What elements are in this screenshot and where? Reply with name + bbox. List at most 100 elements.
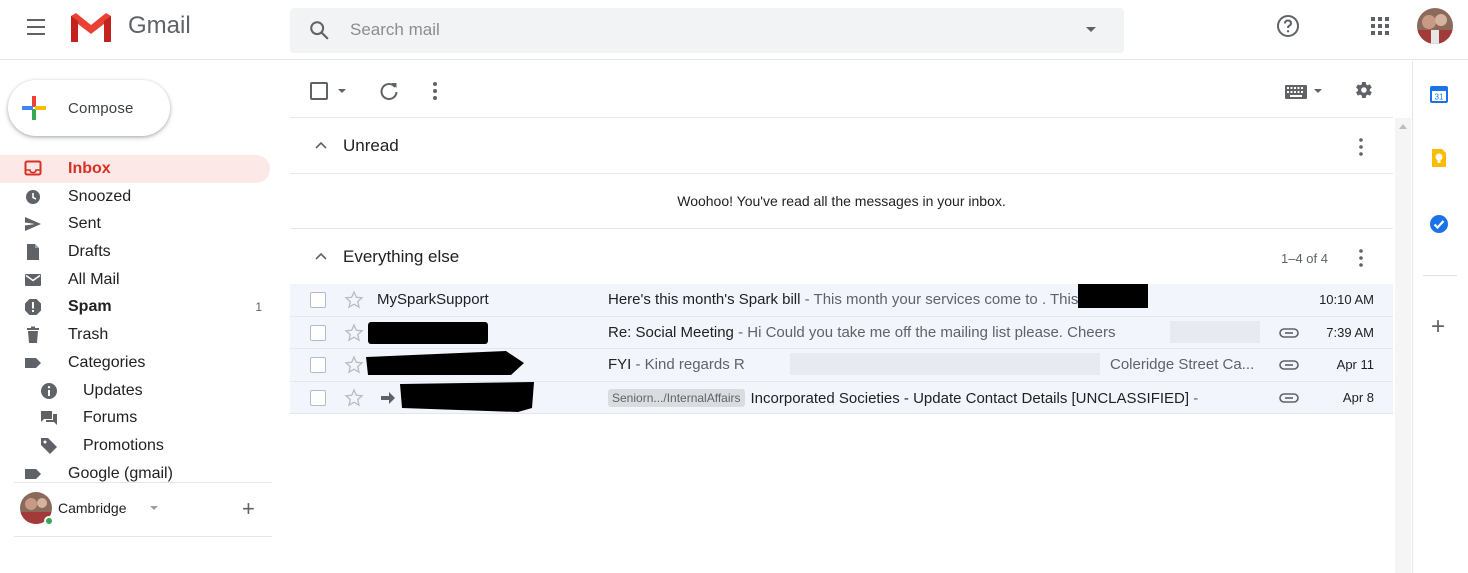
sidebar-item-label: Drafts — [68, 243, 111, 261]
sidebar-item-updates[interactable]: Updates — [0, 377, 270, 405]
keep-icon[interactable] — [1428, 147, 1450, 169]
sidebar-item-spam[interactable]: Spam 1 — [0, 293, 270, 321]
section-everything-else-header[interactable]: Everything else 1–4 of 4 — [290, 229, 1393, 285]
more-vertical-icon[interactable] — [1351, 247, 1371, 269]
section-unread-header[interactable]: Unread — [290, 118, 1393, 174]
settings-gear-icon[interactable] — [1352, 79, 1374, 101]
main-menu-icon[interactable] — [22, 14, 50, 42]
star-icon[interactable] — [344, 322, 364, 343]
email-time: Apr 11 — [1336, 357, 1374, 372]
attachment-icon[interactable] — [1278, 391, 1300, 405]
hangouts-user-name: Cambridge — [58, 500, 127, 516]
email-content: Seniorn.../InternalAffairs Incorporated S… — [608, 388, 1276, 407]
section-title: Everything else — [343, 247, 460, 266]
more-vertical-icon[interactable] — [1351, 136, 1371, 158]
row-checkbox[interactable] — [310, 324, 326, 341]
redaction-mark — [366, 351, 524, 375]
email-row[interactable]: MySparkSupport Here's this month's Spark… — [290, 284, 1393, 317]
section-title: Unread — [343, 136, 399, 155]
compose-button[interactable]: Compose — [8, 80, 170, 136]
search-bar — [290, 8, 1124, 53]
sidebar-item-drafts[interactable]: Drafts — [0, 238, 270, 266]
account-avatar[interactable] — [1417, 8, 1453, 44]
google-apps-icon[interactable] — [1370, 16, 1390, 36]
refresh-icon[interactable] — [378, 80, 400, 102]
email-subject: FYI — [608, 356, 632, 373]
sidebar-divider — [14, 536, 272, 537]
email-label-chip[interactable]: Seniorn.../InternalAffairs — [608, 388, 745, 407]
sidebar-item-label: Categories — [68, 353, 146, 371]
unread-empty-message: Woohoo! You've read all the messages in … — [290, 174, 1393, 229]
sidebar-nav: Inbox Snoozed Sent Drafts All Mail Spam … — [0, 155, 280, 487]
get-addons-plus-icon[interactable]: + — [1431, 315, 1445, 339]
attachment-icon[interactable] — [1278, 358, 1300, 372]
sidebar-item-categories[interactable]: Categories — [0, 349, 270, 377]
calendar-icon[interactable]: 31 — [1428, 83, 1450, 105]
sidebar-item-snoozed[interactable]: Snoozed — [0, 183, 270, 211]
sidebar-item-label: Trash — [68, 326, 109, 344]
sidebar-item-label: Sent — [68, 215, 101, 233]
star-icon[interactable] — [344, 355, 364, 375]
tasks-icon[interactable] — [1428, 213, 1450, 235]
search-options-caret-icon[interactable] — [1086, 27, 1096, 32]
email-sender: MySparkSupport — [377, 291, 489, 308]
help-icon[interactable] — [1276, 14, 1300, 38]
compose-label: Compose — [68, 100, 134, 117]
pagination-count: 1–4 of 4 — [1281, 251, 1328, 266]
email-time: Apr 8 — [1342, 389, 1374, 405]
sidebar-item-label: Inbox — [68, 160, 111, 177]
compose-plus-icon — [22, 96, 46, 120]
more-vertical-icon[interactable] — [425, 80, 445, 102]
email-time: 10:10 AM — [1319, 292, 1374, 307]
top-bar: Gmail — [0, 0, 1468, 60]
tag-icon — [41, 437, 57, 454]
sidebar-item-label: Updates — [83, 381, 143, 399]
email-time: 7:39 AM — [1326, 324, 1374, 340]
blurred-region — [1170, 320, 1260, 343]
email-snippet: - — [1189, 389, 1199, 407]
select-options-caret-icon[interactable] — [338, 89, 346, 93]
chevron-up-icon[interactable] — [314, 140, 328, 150]
sidebar-item-google-gmail[interactable]: Google (gmail) — [0, 460, 270, 488]
search-input[interactable] — [350, 17, 1050, 43]
sidebar-item-inbox[interactable]: Inbox — [0, 155, 270, 183]
row-checkbox[interactable] — [310, 357, 326, 373]
info-icon — [41, 382, 57, 399]
inbox-icon — [24, 160, 42, 176]
email-list: MySparkSupport Here's this month's Spark… — [290, 284, 1393, 414]
scrollbar[interactable] — [1395, 118, 1411, 573]
star-icon[interactable] — [344, 387, 364, 408]
attachment-icon[interactable] — [1278, 326, 1300, 340]
mail-toolbar — [290, 62, 1393, 118]
sidebar-item-sent[interactable]: Sent — [0, 210, 270, 238]
row-checkbox[interactable] — [310, 389, 326, 406]
search-icon[interactable] — [308, 19, 330, 41]
keyboard-icon[interactable] — [1284, 84, 1308, 100]
add-contact-icon[interactable]: + — [242, 498, 255, 520]
mail-icon — [25, 273, 41, 286]
forwarded-arrow-icon — [381, 391, 395, 404]
sidebar-item-all-mail[interactable]: All Mail — [0, 266, 270, 294]
redaction-mark — [368, 321, 488, 344]
sidebar-item-label: Snoozed — [68, 187, 132, 205]
sidebar-item-label: Forums — [83, 409, 138, 427]
email-subject: Here's this month's Spark bill — [608, 291, 801, 308]
sidebar-item-trash[interactable]: Trash — [0, 321, 270, 349]
chevron-up-icon[interactable] — [314, 251, 328, 261]
input-tools-caret-icon[interactable] — [1314, 89, 1322, 93]
draft-icon — [27, 244, 39, 261]
email-snippet: - Hi Could you take me off the mailing l… — [733, 323, 1116, 341]
chevron-down-icon[interactable] — [150, 506, 158, 510]
blurred-region — [790, 353, 1100, 375]
sidebar-item-count: 1 — [255, 300, 262, 315]
sidebar-item-promotions[interactable]: Promotions — [0, 432, 270, 460]
gmail-logo[interactable] — [68, 10, 114, 44]
select-all-checkbox[interactable] — [310, 82, 328, 100]
email-row[interactable]: Seniorn.../InternalAffairs Incorporated S… — [290, 381, 1393, 414]
row-checkbox[interactable] — [310, 292, 326, 308]
hangouts-user[interactable]: Cambridge + — [20, 492, 280, 526]
sidebar-item-forums[interactable]: Forums — [0, 404, 270, 432]
scroll-up-arrow-icon[interactable] — [1399, 124, 1407, 129]
star-icon[interactable] — [344, 290, 364, 310]
app-name: Gmail — [128, 12, 191, 39]
